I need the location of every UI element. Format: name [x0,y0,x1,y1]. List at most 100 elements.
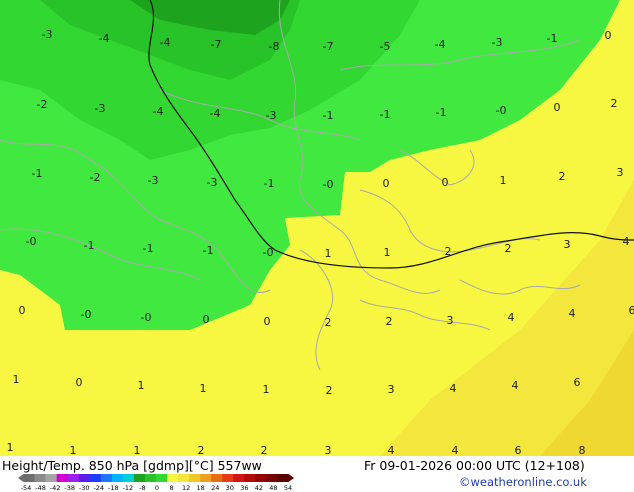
temperature-label: -1 [547,32,558,45]
scale-tick-label: -42 [50,484,61,492]
temperature-label: -3 [266,109,277,122]
temperature-label: -3 [42,28,53,41]
temperature-label: 6 [574,376,581,389]
temperature-label: 2 [505,242,512,255]
scale-arrow-left [18,474,24,482]
temperature-label: 2 [445,245,452,258]
temperature-label: 1 [263,383,270,396]
temperature-label: 0 [264,315,271,328]
scale-swatch [46,474,57,482]
scale-tick-label: 36 [240,484,248,492]
temperature-label: 0 [203,313,210,326]
temperature-label: 2 [261,444,268,456]
temperature-label: -1 [436,106,447,119]
scale-swatch [255,474,266,482]
temperature-label: -0 [496,104,507,117]
scale-swatch [244,474,255,482]
temperature-label: 0 [383,177,390,190]
temperature-label: -3 [148,174,159,187]
temperature-label: 2 [325,316,332,329]
scale-swatch [200,474,211,482]
temperature-label: -2 [37,98,48,111]
temperature-label: -4 [153,105,164,118]
temperature-label: -0 [26,235,37,248]
temperature-label: -1 [32,167,43,180]
scale-swatch [68,474,79,482]
temperature-label: 8 [579,444,586,456]
temperature-label: 1 [138,379,145,392]
scale-tick-label: -18 [108,484,119,492]
temperature-label: 1 [500,174,507,187]
temperature-label: 1 [70,444,77,456]
temperature-label: -3 [492,36,503,49]
temperature-label: 1 [134,444,141,456]
scale-swatch [222,474,233,482]
temperature-label: 3 [447,314,454,327]
temperature-label: 4 [388,444,395,456]
temperature-label: 4 [512,379,519,392]
scale-tick-label: 24 [211,484,219,492]
forecast-datetime: Fr 09-01-2026 00:00 UTC (12+108) [364,458,585,473]
temperature-label: -0 [323,178,334,191]
scale-swatch [35,474,46,482]
temperature-label: -5 [380,40,391,53]
scale-tick-label: -38 [64,484,75,492]
temperature-label: -4 [210,107,221,120]
scale-swatch [277,474,288,482]
scale-swatch [134,474,145,482]
scale-tick-label: 48 [269,484,277,492]
temperature-label: 4 [569,307,576,320]
scale-tick-label: 0 [155,484,159,492]
map-title: Height/Temp. 850 hPa [gdmp][°C] 557ww [2,458,262,473]
temperature-label: 0 [554,101,561,114]
temperature-label: 2 [611,97,618,110]
temperature-label: -0 [263,246,274,259]
scale-tick-label: -48 [35,484,46,492]
scale-swatch [145,474,156,482]
temperature-label: 0 [605,29,612,42]
scale-tick-label: 30 [226,484,234,492]
scale-tick-label: 18 [197,484,205,492]
temperature-label: 1 [384,246,391,259]
temperature-label: 0 [442,176,449,189]
temperature-label: 1 [13,373,20,386]
temperature-label: 3 [325,444,332,456]
credit-link[interactable]: ©weatheronline.co.uk [459,475,587,489]
scale-swatch [123,474,134,482]
temperature-label: -1 [264,177,275,190]
scale-tick-label: 42 [255,484,263,492]
scale-swatch [167,474,178,482]
temperature-label: 6 [515,444,522,456]
scale-swatch [211,474,222,482]
scale-swatch [266,474,277,482]
scale-tick-label: -54 [21,484,32,492]
temperature-label: 3 [388,383,395,396]
temperature-label: 4 [508,311,515,324]
scale-swatch [90,474,101,482]
temperature-label: -0 [141,311,152,324]
scale-swatch [178,474,189,482]
temperature-label: -8 [269,40,280,53]
temperature-label: 0 [19,304,26,317]
temperature-label: 4 [450,382,457,395]
temperature-label: -7 [323,40,334,53]
temperature-label: -3 [95,102,106,115]
temperature-label: 1 [325,247,332,260]
scale-swatch [189,474,200,482]
temperature-label: -3 [207,176,218,189]
temperature-label: -0 [81,308,92,321]
temperature-label: -1 [143,242,154,255]
scale-swatch [112,474,123,482]
scale-tick-label: -8 [139,484,145,492]
temperature-label: -2 [90,171,101,184]
scale-tick-label: -24 [93,484,104,492]
temperature-label: 2 [198,444,205,456]
map-canvas: -3-4-4-7-8-7-5-4-3-10-2-3-4-4-3-1-1-1-00… [0,0,634,456]
color-scale [18,473,294,483]
scale-tick-label: 8 [169,484,173,492]
temperature-label: 1 [200,382,207,395]
scale-tick-label: 12 [182,484,190,492]
temperature-label: 0 [76,376,83,389]
temperature-label: 3 [617,166,624,179]
scale-tick-label: -30 [79,484,90,492]
